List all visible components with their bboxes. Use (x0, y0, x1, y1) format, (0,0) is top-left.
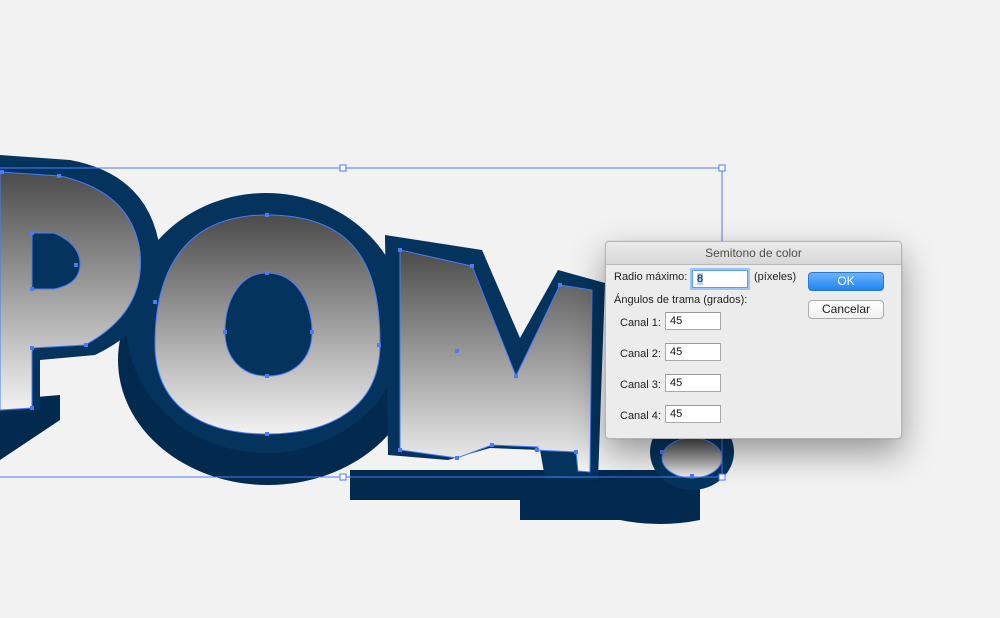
channel-3-input[interactable]: 45 (665, 374, 721, 392)
max-radius-value: 8 (697, 273, 704, 285)
max-radius-unit: (píxeles) (754, 271, 797, 283)
screen-angles-label: Ángulos de trama (grados): (614, 294, 748, 306)
color-halftone-dialog: Semitono de color Radio máximo: 8 (píxel… (605, 241, 902, 439)
letter-exclamation-dot (661, 437, 723, 479)
max-radius-input[interactable]: 8 (692, 270, 748, 288)
dialog-title: Semitono de color (606, 242, 901, 265)
ok-button[interactable]: OK (808, 272, 884, 291)
max-radius-label: Radio máximo: (614, 271, 688, 283)
cancel-button[interactable]: Cancelar (808, 300, 884, 319)
channel-4-input[interactable]: 45 (665, 405, 721, 423)
channel-1-label: Canal 1: (620, 317, 661, 329)
channel-1-input[interactable]: 45 (665, 312, 721, 330)
channel-3-label: Canal 3: (620, 379, 661, 391)
channel-2-input[interactable]: 45 (665, 343, 721, 361)
channel-2-label: Canal 2: (620, 348, 661, 360)
channel-4-label: Canal 4: (620, 410, 661, 422)
